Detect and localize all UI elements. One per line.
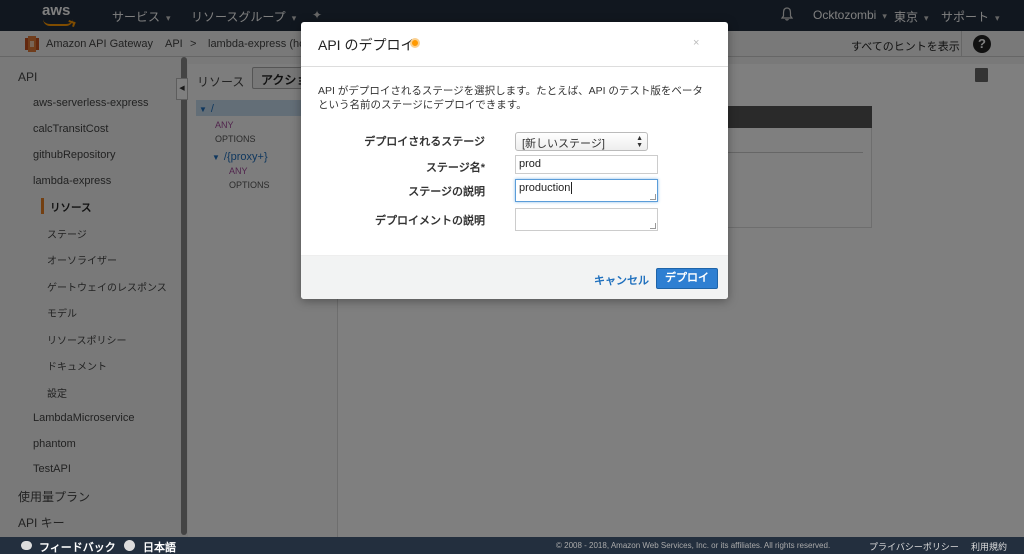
globe-icon [124, 540, 135, 551]
dialog-header: API のデプロイ × [301, 22, 728, 67]
stage-description-value: production [519, 182, 571, 194]
stage-select-value: [新しいステージ] [522, 138, 605, 150]
deployment-description-textarea[interactable] [515, 208, 658, 231]
close-icon[interactable]: × [693, 37, 699, 49]
feedback-link[interactable]: フィードバック [39, 539, 116, 554]
feedback-icon [21, 541, 32, 550]
deploy-button[interactable]: デプロイ [656, 268, 718, 289]
stage-name-label: ステージ名* [425, 162, 485, 174]
stage-select[interactable]: [新しいステージ] ▲ ▼ [515, 132, 648, 151]
dialog-title: API のデプロイ [318, 37, 415, 53]
terms-link[interactable]: 利用規約 [971, 540, 1007, 553]
resize-grip-icon[interactable] [650, 194, 656, 200]
privacy-policy-link[interactable]: プライバシーポリシー [869, 540, 959, 553]
stage-description-label: ステージの説明 [408, 186, 485, 198]
select-arrows-icon: ▲ ▼ [636, 135, 643, 149]
resize-grip-icon[interactable] [650, 223, 656, 229]
language-selector[interactable]: 日本語 [143, 539, 176, 554]
deployment-description-label: デプロイメントの説明 [375, 215, 485, 227]
footer: フィードバック 日本語 © 2008 - 2018, Amazon Web Se… [0, 537, 1024, 554]
text-cursor [571, 182, 573, 194]
info-tip-icon[interactable] [410, 38, 420, 48]
stage-name-input[interactable]: prod [515, 155, 658, 174]
stage-label: デプロイされるステージ [364, 136, 485, 148]
copyright-text: © 2008 - 2018, Amazon Web Services, Inc.… [556, 541, 831, 550]
dialog-description: API がデプロイされるステージを選択します。たとえば、API のテスト版をベー… [318, 85, 703, 111]
cancel-button[interactable]: キャンセル [594, 272, 649, 288]
deploy-api-dialog: API のデプロイ × API がデプロイされるステージを選択します。たとえば、… [301, 22, 728, 299]
stage-description-textarea[interactable]: production [515, 179, 658, 202]
dialog-footer: キャンセル デプロイ [301, 255, 728, 299]
